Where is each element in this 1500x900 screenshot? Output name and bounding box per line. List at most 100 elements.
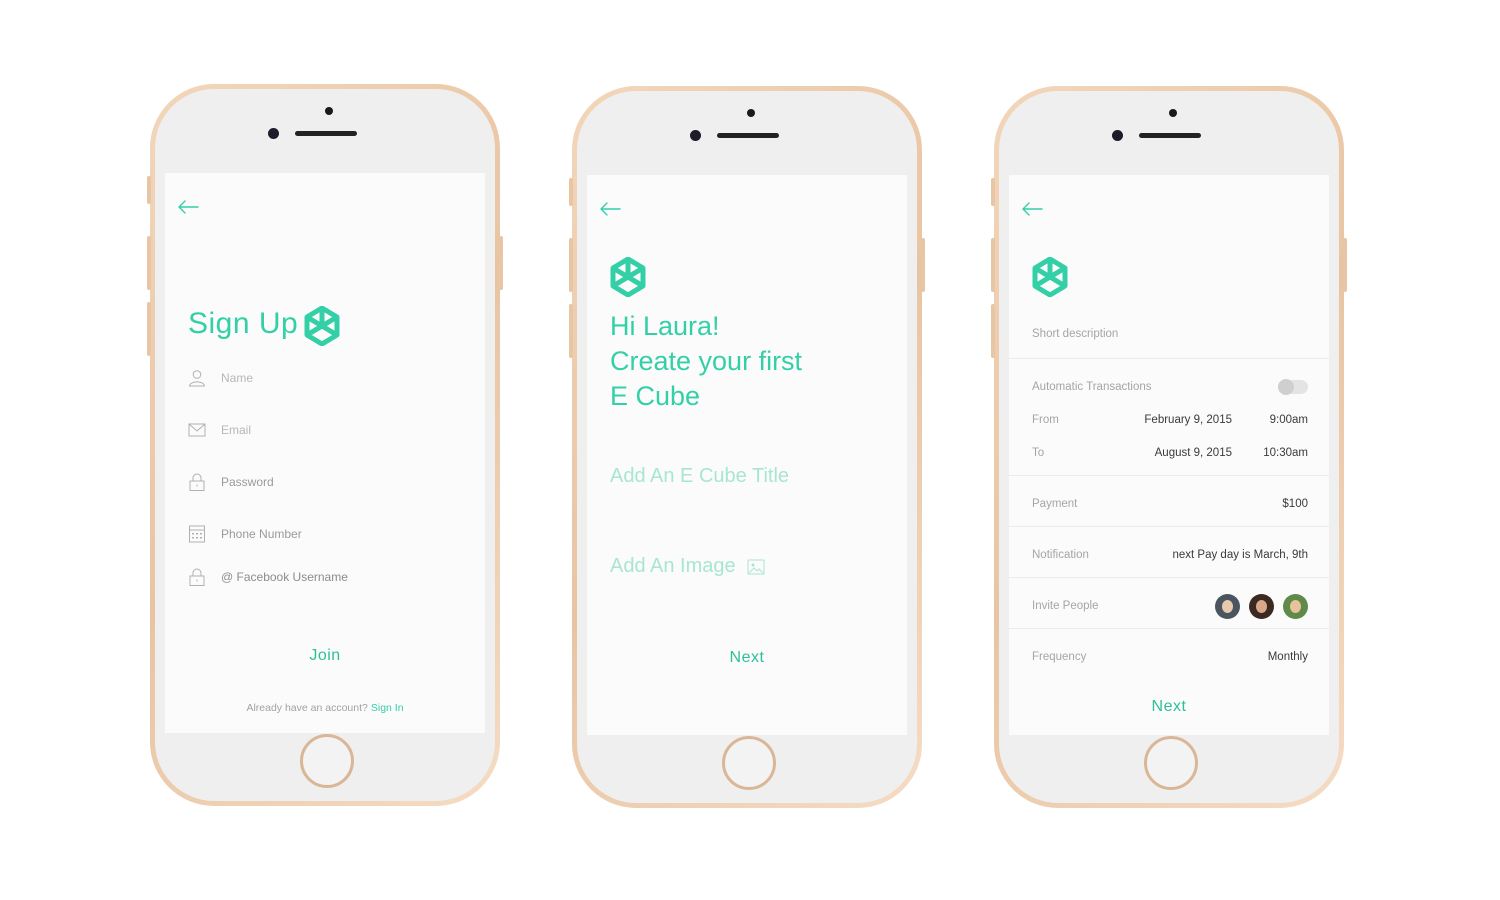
facebook-username-field-label: @ Facebook Username: [221, 570, 348, 584]
cube-title-input[interactable]: Add An E Cube Title: [610, 465, 789, 488]
password-field-label: Password: [221, 475, 274, 489]
frequency-row[interactable]: Frequency Monthly: [1032, 647, 1308, 667]
home-button[interactable]: [300, 734, 354, 788]
email-field-label: Email: [221, 423, 252, 437]
add-image-label: Add An Image: [610, 555, 736, 577]
volume-up-button: [991, 238, 995, 292]
create-cube-screen: Hi Laura! Create your first E Cube Add A…: [587, 175, 907, 735]
greeting-line-1: Hi Laura!: [610, 311, 720, 341]
front-camera: [690, 130, 701, 141]
short-description-input[interactable]: Short description: [1032, 328, 1118, 340]
name-field[interactable]: Name: [188, 367, 253, 389]
phone-create-cube: Hi Laura! Create your first E Cube Add A…: [569, 86, 925, 808]
toggle-knob: [1278, 379, 1294, 395]
phone-bezel: Hi Laura! Create your first E Cube Add A…: [577, 91, 917, 803]
avatar[interactable]: [1215, 593, 1240, 619]
to-label: To: [1032, 447, 1045, 459]
home-button[interactable]: [1144, 736, 1198, 790]
divider: [1009, 358, 1329, 359]
volume-up-button: [147, 236, 151, 290]
to-date[interactable]: August 9, 2015: [1155, 447, 1232, 459]
image-icon: [747, 559, 765, 575]
automatic-transactions-row: Automatic Transactions: [1032, 377, 1308, 397]
name-field-label: Name: [221, 371, 254, 385]
earpiece-speaker: [717, 133, 779, 138]
lock-icon: [189, 473, 205, 491]
from-label: From: [1032, 414, 1059, 426]
greeting-heading: Hi Laura! Create your first E Cube: [610, 309, 802, 414]
to-time[interactable]: 10:30am: [1232, 447, 1308, 459]
phone-bezel: Sign Up Name Email Password Phone Number: [155, 89, 495, 801]
phone-number-field-label: Phone Number: [221, 527, 302, 541]
divider: [1009, 628, 1329, 629]
facebook-username-field[interactable]: @ Facebook Username: [188, 566, 348, 588]
invite-people-row[interactable]: Invite People: [1032, 593, 1308, 619]
next-button[interactable]: Next: [1009, 698, 1329, 716]
phone-signup: Sign Up Name Email Password Phone Number: [147, 84, 503, 806]
volume-down-button: [569, 304, 573, 358]
payment-label: Payment: [1032, 498, 1078, 510]
divider: [1009, 577, 1329, 578]
notification-value: next Pay day is March, 9th: [1172, 549, 1308, 561]
power-button: [1343, 238, 1347, 292]
earpiece-speaker: [1139, 133, 1201, 138]
mute-switch: [569, 178, 573, 206]
add-image-button[interactable]: Add An Image: [610, 555, 765, 578]
volume-up-button: [569, 238, 573, 292]
proximity-sensor: [747, 109, 755, 117]
phone-cube-details: Short description Automatic Transactions…: [991, 86, 1347, 808]
greeting-line-2: Create your first: [610, 346, 803, 376]
earpiece-speaker: [295, 131, 357, 136]
mute-switch: [991, 178, 995, 206]
automatic-transactions-toggle[interactable]: [1278, 379, 1308, 395]
signup-screen: Sign Up Name Email Password Phone Number: [165, 173, 485, 733]
mute-switch: [147, 176, 151, 204]
phone-number-field[interactable]: Phone Number: [188, 523, 302, 545]
frequency-label: Frequency: [1032, 651, 1087, 663]
next-button[interactable]: Next: [587, 649, 907, 667]
sign-in-prompt: Already have an account? Sign In: [165, 702, 485, 714]
to-row[interactable]: To August 9, 2015 10:30am: [1032, 443, 1308, 463]
proximity-sensor: [325, 107, 333, 115]
home-button[interactable]: [722, 736, 776, 790]
power-button: [499, 236, 503, 290]
user-icon: [188, 370, 206, 387]
payment-row[interactable]: Payment $100: [1032, 494, 1308, 514]
sign-in-link[interactable]: Sign In: [371, 702, 404, 714]
greeting-line-3: E Cube: [610, 381, 701, 411]
avatar[interactable]: [1249, 593, 1274, 619]
from-time[interactable]: 9:00am: [1232, 414, 1308, 426]
e-cube-logo-icon: [610, 257, 646, 297]
back-arrow-icon[interactable]: [177, 199, 199, 215]
back-arrow-icon[interactable]: [599, 201, 621, 217]
password-field[interactable]: Password: [188, 471, 274, 493]
frequency-value: Monthly: [1267, 651, 1308, 663]
cube-details-screen: Short description Automatic Transactions…: [1009, 175, 1329, 735]
from-date[interactable]: February 9, 2015: [1144, 414, 1232, 426]
from-row[interactable]: From February 9, 2015 9:00am: [1032, 410, 1308, 430]
volume-down-button: [991, 304, 995, 358]
page-title: Sign Up: [188, 307, 299, 340]
e-cube-logo-icon: [1032, 257, 1068, 297]
notification-row[interactable]: Notification next Pay day is March, 9th: [1032, 545, 1308, 565]
avatar[interactable]: [1283, 593, 1308, 619]
front-camera: [268, 128, 279, 139]
back-arrow-icon[interactable]: [1021, 201, 1043, 217]
avatar-face: [1222, 599, 1233, 613]
keypad-icon: [189, 525, 205, 543]
front-camera: [1112, 130, 1123, 141]
e-cube-logo-icon: [304, 306, 340, 346]
proximity-sensor: [1169, 109, 1177, 117]
envelope-icon: [188, 423, 206, 437]
notification-label: Notification: [1032, 549, 1089, 561]
power-button: [921, 238, 925, 292]
phone-bezel: Short description Automatic Transactions…: [999, 91, 1339, 803]
already-have-account-text: Already have an account?: [246, 702, 368, 714]
divider: [1009, 475, 1329, 476]
invite-people-label: Invite People: [1032, 600, 1099, 612]
join-button[interactable]: Join: [165, 647, 485, 665]
avatar-face: [1256, 599, 1267, 613]
lock-icon: [189, 568, 205, 586]
avatar-face: [1290, 599, 1301, 613]
email-field[interactable]: Email: [188, 419, 251, 441]
